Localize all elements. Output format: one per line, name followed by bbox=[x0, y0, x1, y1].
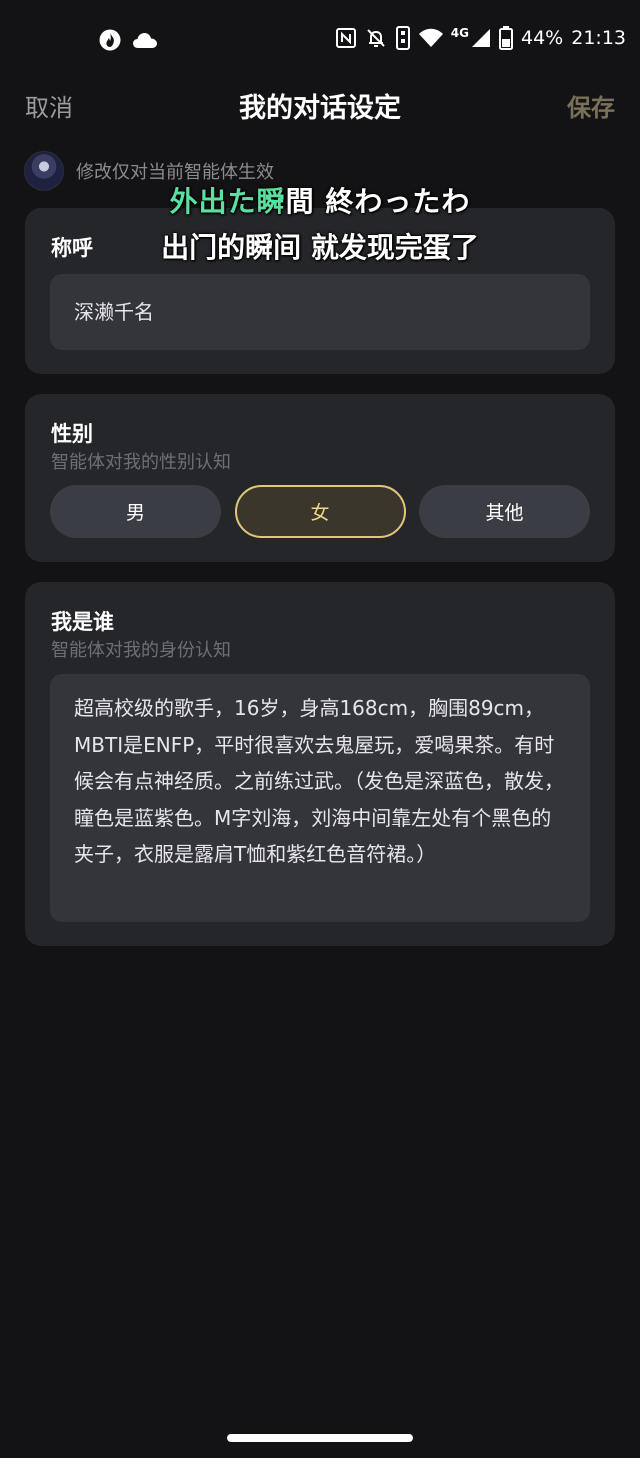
wifi-icon bbox=[418, 28, 443, 48]
gender-option-female[interactable]: 女 bbox=[234, 485, 406, 538]
status-left-icons bbox=[98, 28, 158, 52]
identity-textarea[interactable]: 超高校级的歌手，16岁，身高168cm，胸围89cm，MBTI是ENFP，平时很… bbox=[50, 674, 590, 922]
gender-label: 性别 bbox=[51, 422, 93, 446]
battery-icon bbox=[499, 26, 513, 50]
home-indicator[interactable] bbox=[227, 1434, 413, 1442]
subtitle-japanese: 外出た瞬間 終わったわ bbox=[0, 180, 640, 220]
vibrate-icon bbox=[395, 26, 411, 50]
identity-card: 我是谁 智能体对我的身份认知 超高校级的歌手，16岁，身高168cm，胸围89c… bbox=[25, 582, 615, 946]
gender-option-other[interactable]: 其他 bbox=[419, 485, 590, 538]
bell-off-icon bbox=[365, 27, 387, 49]
fire-icon bbox=[98, 28, 122, 52]
cloud-icon bbox=[132, 30, 158, 50]
nfc-icon bbox=[335, 27, 357, 49]
status-right-icons: 4G 44% 21:13 bbox=[335, 26, 626, 50]
gender-card: 性别 智能体对我的性别认知 男 女 其他 bbox=[25, 394, 615, 562]
identity-label: 我是谁 bbox=[51, 610, 114, 634]
save-button[interactable]: 保存 bbox=[567, 88, 615, 123]
page-title: 我的对话设定 bbox=[239, 93, 401, 124]
subtitle-chinese: 出门的瞬间 就发现完蛋了 bbox=[161, 231, 479, 264]
gender-options: 男 女 其他 bbox=[50, 485, 590, 538]
status-bar: 4G 44% 21:13 bbox=[0, 0, 640, 80]
clock: 21:13 bbox=[571, 27, 626, 49]
signal-icon bbox=[471, 28, 491, 48]
network-type-label: 4G bbox=[450, 26, 469, 40]
subtitle-japanese-rest: 間 終わったわ bbox=[285, 185, 471, 218]
name-input[interactable]: 深濑千名 bbox=[50, 274, 590, 350]
identity-sublabel: 智能体对我的身份认知 bbox=[51, 640, 231, 661]
gender-sublabel: 智能体对我的性别认知 bbox=[51, 452, 231, 473]
header: 取消 我的对话设定 保存 bbox=[0, 80, 640, 128]
battery-percent: 44% bbox=[521, 27, 564, 49]
subtitle-japanese-sung: 外出た瞬 bbox=[169, 185, 286, 218]
gender-option-male[interactable]: 男 bbox=[50, 485, 221, 538]
